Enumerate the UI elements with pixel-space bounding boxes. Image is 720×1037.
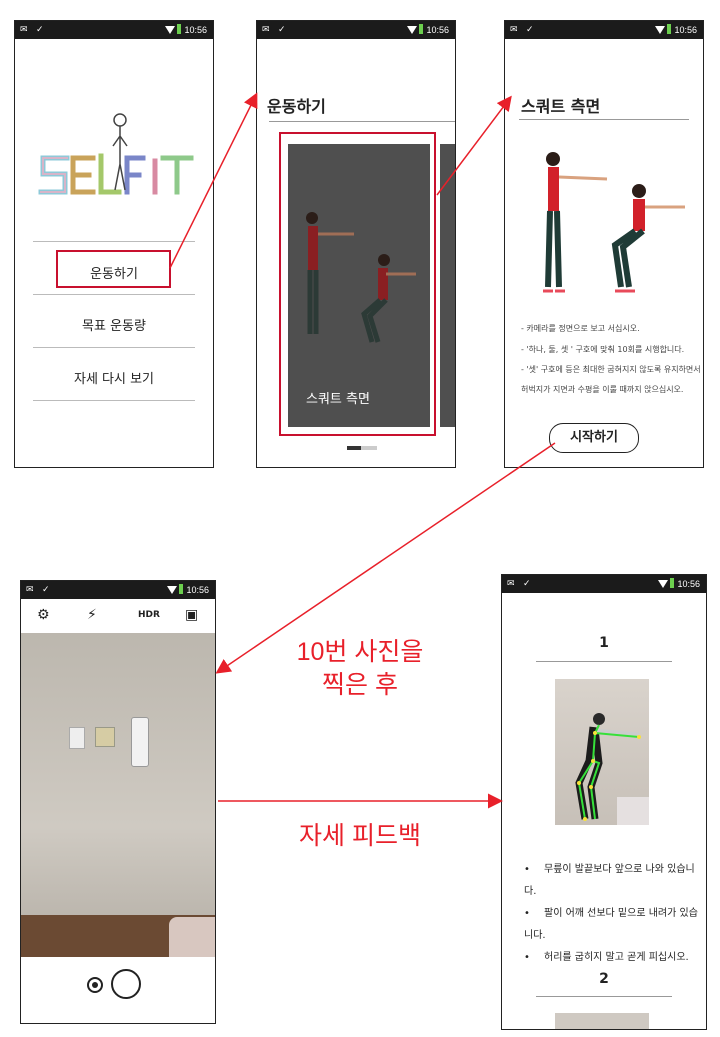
mode-dot-icon[interactable] (87, 977, 103, 993)
battery-icon (179, 584, 184, 594)
status-bar: ✉ ✓ 10:56 (505, 21, 703, 39)
page-title: 운동하기 (267, 97, 326, 116)
notification-icons: ✉ ✓ (262, 24, 289, 34)
exercise-card-squat[interactable]: 스쿼트 측면 (288, 144, 430, 427)
status-bar: ✉ ✓ 10:56 (21, 581, 215, 599)
menu-item-goal[interactable]: 목표 운동량 (15, 315, 213, 334)
shutter-controls (21, 957, 215, 1023)
notification-icons: ✉ ✓ (26, 584, 53, 594)
hdr-toggle[interactable]: HDR (138, 610, 160, 620)
page-title: 스쿼트 측면 (521, 97, 601, 116)
logo-figure-head (113, 113, 127, 127)
divider (33, 241, 195, 242)
selfit-logo (38, 113, 194, 195)
wifi-icon (655, 26, 666, 34)
instruction-line: - 카메라를 정면으로 보고 서십시오. (521, 324, 640, 333)
clock: 10:56 (426, 25, 449, 35)
instruction-line: 허벅지가 지면과 수평을 이룰 때까지 앉으십시오. (521, 385, 684, 394)
wifi-icon (167, 586, 178, 594)
divider (33, 347, 195, 348)
battery-icon (177, 24, 182, 34)
wifi-icon (407, 26, 418, 34)
clock: 10:56 (677, 579, 700, 589)
wifi-icon (165, 26, 176, 34)
annotation-after-photos: 10번 사진을 찍은 후 (280, 636, 440, 702)
page-indicator-active (347, 446, 361, 450)
annotation-line: 10번 사진을 (296, 638, 424, 666)
wifi-icon (658, 580, 669, 588)
feedback-item: 허리를 굽히지 말고 곧게 피십시오. (524, 947, 706, 969)
settings-gear-icon[interactable]: ⚙ (37, 607, 50, 623)
battery-icon (667, 24, 672, 34)
battery-icon (670, 578, 675, 588)
wall-switch (69, 727, 85, 749)
wall-outlet (95, 727, 115, 747)
home-screen: ✉ ✓ 10:56 운동하기 목표 운동량 자세 다시 보기 (14, 20, 214, 468)
start-button[interactable]: 시작하기 (549, 423, 639, 453)
feedback-item: 무릎이 발끝보다 앞으로 나와 있습니다. (524, 859, 706, 903)
next-card-peek[interactable] (440, 144, 455, 427)
squat-detail-screen: ✉ ✓ 10:56 스쿼트 측면 - 카메라를 정면으로 보고 서십시오. - … (504, 20, 704, 468)
notification-icons: ✉ ✓ (507, 578, 534, 588)
squat-illustration (306, 212, 416, 343)
page-indicator (347, 446, 377, 450)
annotation-line: 찍은 후 (322, 671, 398, 699)
item-number: 2 (599, 971, 609, 987)
status-bar: ✉ ✓ 10:56 (15, 21, 213, 39)
menu-item-review[interactable]: 자세 다시 보기 (15, 368, 213, 387)
cushion (169, 917, 215, 957)
divider (33, 294, 195, 295)
divider (269, 121, 455, 122)
clock: 10:56 (186, 585, 209, 595)
camera-viewfinder (21, 633, 215, 957)
clock: 10:56 (184, 25, 207, 35)
divider (519, 119, 689, 120)
squat-illustration (543, 152, 685, 293)
flash-off-icon[interactable]: ⚡ (87, 607, 97, 623)
item-number: 1 (599, 635, 609, 651)
pose-photo-next (555, 1013, 649, 1029)
card-label: 스쿼트 측면 (306, 392, 370, 407)
camera-toolbar: ⚙ ⚡ HDR ▣ (21, 599, 215, 633)
highlight-box (56, 250, 171, 288)
divider (536, 661, 672, 662)
switch-camera-icon[interactable]: ▣ (185, 607, 198, 623)
status-bar: ✉ ✓ 10:56 (502, 575, 706, 593)
annotation-feedback: 자세 피드백 (299, 822, 421, 850)
pose-skeleton-overlay (575, 713, 649, 825)
camera-screen: ✉ ✓ 10:56 ⚙ ⚡ HDR ▣ (20, 580, 216, 1024)
battery-icon (419, 24, 424, 34)
intercom-phone (131, 717, 149, 767)
notification-icons: ✉ ✓ (510, 24, 537, 34)
divider (33, 400, 195, 401)
feedback-screen: ✉ ✓ 10:56 1 무릎이 발끝보다 앞으로 나와 있습니다. 팔이 어깨 … (501, 574, 707, 1030)
instruction-line: - '하나, 둘, 셋 ' 구호에 맞춰 10회를 시행합니다. (521, 345, 685, 354)
feedback-item: 팔이 어깨 선보다 밑으로 내려가 있습니다. (524, 903, 706, 947)
status-bar: ✉ ✓ 10:56 (257, 21, 455, 39)
divider (536, 996, 672, 997)
feedback-list: 무릎이 발끝보다 앞으로 나와 있습니다. 팔이 어깨 선보다 밑으로 내려가 … (524, 859, 706, 969)
exercise-list-screen: ✉ ✓ 10:56 운동하기 스쿼트 측면 (256, 20, 456, 468)
clock: 10:56 (674, 25, 697, 35)
shutter-button[interactable] (111, 969, 141, 999)
instruction-line: - '셋' 구호에 등은 최대한 굽혀지지 않도록 유지하면서 (521, 365, 701, 374)
notification-icons: ✉ ✓ (20, 24, 47, 34)
pose-photo (555, 679, 649, 825)
